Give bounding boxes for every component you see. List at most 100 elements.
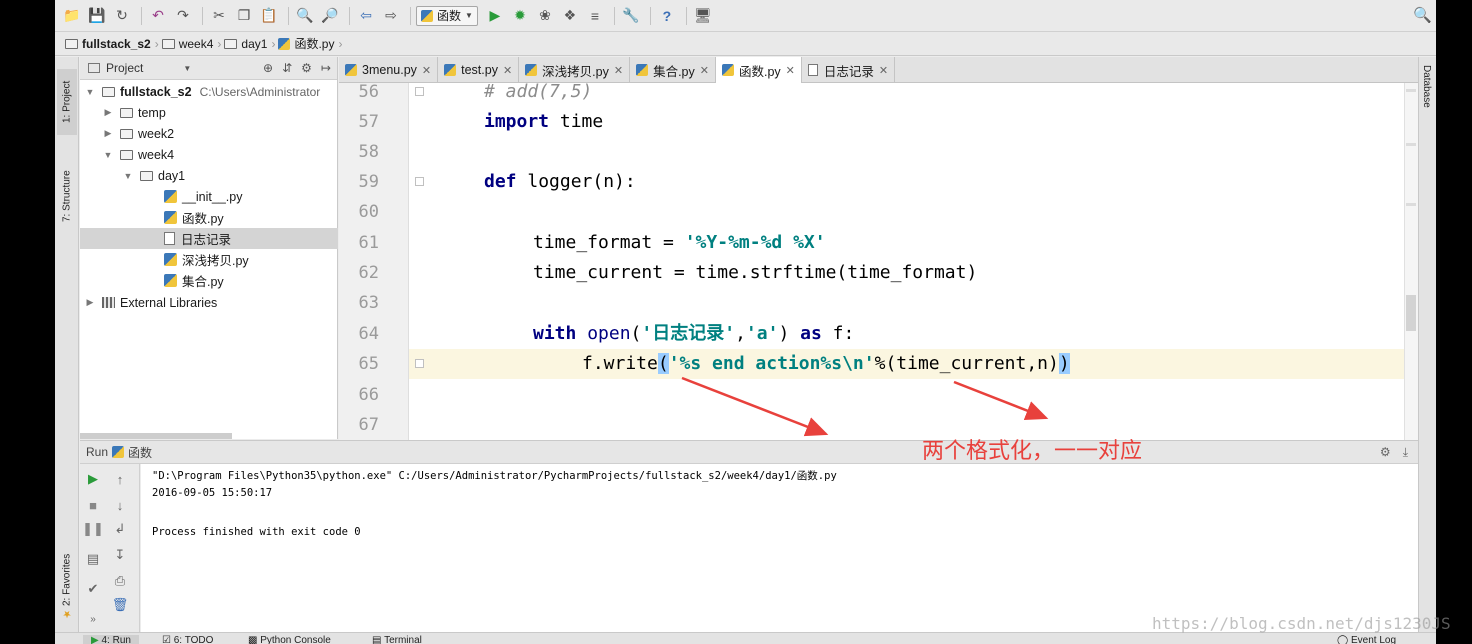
undo-icon[interactable]: ↶ <box>147 5 169 27</box>
search-everywhere-icon[interactable]: 🔍 <box>1413 6 1432 24</box>
stop-icon[interactable]: ■ <box>84 496 102 514</box>
project-view-icon <box>88 63 100 73</box>
chevron-down-icon[interactable]: ▼ <box>84 87 96 97</box>
collapse-all-icon[interactable]: ⇵ <box>282 61 292 75</box>
tree-item-set-py[interactable]: 集合.py <box>80 270 338 291</box>
scroll-to-end-icon[interactable]: ↧ <box>111 546 129 564</box>
gear-icon[interactable]: ⚙ <box>1380 445 1391 460</box>
trash-icon[interactable]: 🗑 <box>111 596 129 614</box>
sync-icon[interactable]: ↻ <box>111 5 133 27</box>
tree-item-temp[interactable]: ▶ temp <box>80 102 338 123</box>
fold-marker-icon[interactable] <box>415 177 424 186</box>
folder-icon <box>161 38 175 49</box>
chevron-down-icon[interactable]: ▼ <box>183 64 191 73</box>
tree-item-log-file[interactable]: 日志记录 <box>80 228 338 249</box>
profile-icon[interactable]: ❖ <box>559 5 581 27</box>
tree-item-functions-py[interactable]: 函数.py <box>80 207 338 228</box>
help-icon[interactable]: ? <box>656 5 678 27</box>
tab-copy-py[interactable]: 深浅拷贝.py ✕ <box>519 57 631 83</box>
run-config-tab[interactable]: 函数 <box>128 444 152 461</box>
find-icon[interactable]: 🔍 <box>294 5 316 27</box>
tree-item-day1[interactable]: ▼ day1 <box>80 165 338 186</box>
gear-icon[interactable]: ⚙ <box>301 61 312 75</box>
tree-item-copy-py[interactable]: 深浅拷贝.py <box>80 249 338 270</box>
project-horizontal-scrollbar[interactable] <box>80 433 232 439</box>
save-icon[interactable]: 💾 <box>86 5 108 27</box>
cut-icon[interactable]: ✂ <box>208 5 230 27</box>
code-editor[interactable]: 56 57 58 59 60 61 62 63 64 65 66 67 # ad… <box>339 83 1418 440</box>
chevron-right-icon[interactable]: ▶ <box>102 128 114 139</box>
breadcrumb-week4[interactable]: week4 <box>161 37 213 51</box>
breadcrumb-file[interactable]: 函数.py <box>278 35 334 52</box>
event-log-button[interactable]: ◯ Event Log <box>1337 635 1396 644</box>
breadcrumb-day1[interactable]: day1 <box>224 37 267 51</box>
scroll-marker <box>1406 89 1416 92</box>
rerun-icon[interactable]: ▶ <box>84 470 102 488</box>
stop-list-icon[interactable]: ≡ <box>584 5 606 27</box>
breadcrumb-project[interactable]: fullstack_s2 <box>65 37 151 51</box>
tab-functions-py[interactable]: 函数.py ✕ <box>715 57 802 83</box>
redo-icon[interactable]: ↷ <box>172 5 194 27</box>
run-tool-button[interactable]: ▶ 4: Run <box>83 635 139 644</box>
settings-wrench-icon[interactable]: 🔧 <box>620 5 642 27</box>
restore-layout-icon[interactable]: ▤ <box>84 550 102 568</box>
close-icon[interactable]: ✕ <box>700 64 709 77</box>
close-icon[interactable]: ✕ <box>786 64 795 77</box>
tab-test-py[interactable]: test.py ✕ <box>438 57 520 83</box>
terminal-tool-button[interactable]: ▤ Terminal <box>372 635 422 644</box>
fold-marker-icon[interactable] <box>415 87 424 96</box>
run-icon[interactable]: ▶ <box>484 5 506 27</box>
project-view-select[interactable]: Project <box>106 61 143 75</box>
tree-item-week2[interactable]: ▶ week2 <box>80 123 338 144</box>
folder-icon <box>224 38 238 49</box>
breadcrumb-separator: › <box>338 36 343 51</box>
chevron-down-icon[interactable]: ▼ <box>102 150 114 160</box>
scroll-from-source-icon[interactable]: ⊕ <box>263 61 273 75</box>
hide-panel-icon[interactable]: ↦ <box>321 61 331 75</box>
close-icon[interactable]: ✕ <box>614 64 623 77</box>
tree-item-init-py[interactable]: __init__.py <box>80 186 338 207</box>
copy-icon[interactable]: ❐ <box>233 5 255 27</box>
more-icon[interactable]: » <box>84 610 102 628</box>
back-icon[interactable]: ⇦ <box>355 5 377 27</box>
pause-icon[interactable]: ❚❚ <box>82 520 104 538</box>
tree-item-project-root[interactable]: ▼ fullstack_s2 C:\Users\Administrator <box>80 81 338 102</box>
chevron-down-icon[interactable]: ▼ <box>122 171 134 181</box>
paste-icon[interactable]: 📋 <box>258 5 280 27</box>
tab-log-file[interactable]: 日志记录 ✕ <box>802 57 896 83</box>
line-number: 57 <box>358 112 379 132</box>
minimize-panel-icon[interactable]: ⤓ <box>1403 445 1408 460</box>
database-tool-tab[interactable]: Database <box>1421 65 1432 108</box>
soft-wrap-icon[interactable]: ↲ <box>111 520 129 538</box>
run-console-output[interactable]: "D:\Program Files\Python35\python.exe" C… <box>141 464 1418 632</box>
tab-set-py[interactable]: 集合.py ✕ <box>630 57 716 83</box>
close-icon[interactable]: ✕ <box>503 64 512 77</box>
fold-marker-icon[interactable] <box>415 359 424 368</box>
editor-vertical-scrollbar[interactable] <box>1404 83 1418 440</box>
run-config-select[interactable]: 函数 ▼ <box>416 5 478 26</box>
todo-tool-button[interactable]: ☑ 6: TODO <box>162 635 213 644</box>
project-tool-tab[interactable]: 1: Project <box>57 69 77 135</box>
structure-tool-tab[interactable]: 7: Structure <box>57 157 77 235</box>
replace-icon[interactable]: 🔎 <box>319 5 341 27</box>
tree-item-external-libraries[interactable]: ▶ External Libraries <box>80 292 338 313</box>
scroll-down-icon[interactable]: ↓ <box>111 496 129 514</box>
line-number: 62 <box>358 263 379 283</box>
print-icon[interactable]: ⎙ <box>111 572 129 590</box>
python-console-icon[interactable]: 🖥 <box>692 5 714 27</box>
open-folder-icon[interactable]: 📁 <box>61 5 83 27</box>
scroll-up-icon[interactable]: ↑ <box>111 470 129 488</box>
close-icon[interactable]: ✕ <box>879 64 888 77</box>
coverage-icon[interactable]: ❀ <box>534 5 556 27</box>
forward-icon[interactable]: ⇨ <box>380 5 402 27</box>
tree-item-week4[interactable]: ▼ week4 <box>80 144 338 165</box>
python-console-tool-button[interactable]: ▩ Python Console <box>248 635 331 644</box>
pin-icon[interactable]: ✔ <box>84 580 102 598</box>
close-icon[interactable]: ✕ <box>422 64 431 77</box>
scroll-thumb[interactable] <box>1406 295 1416 331</box>
favorites-tool-tab[interactable]: ★ 2: Favorites <box>57 547 77 625</box>
tab-3menu-py[interactable]: 3menu.py ✕ <box>339 57 439 83</box>
chevron-right-icon[interactable]: ▶ <box>102 107 114 118</box>
debug-icon[interactable]: ✹ <box>509 5 531 27</box>
chevron-right-icon[interactable]: ▶ <box>84 297 96 308</box>
